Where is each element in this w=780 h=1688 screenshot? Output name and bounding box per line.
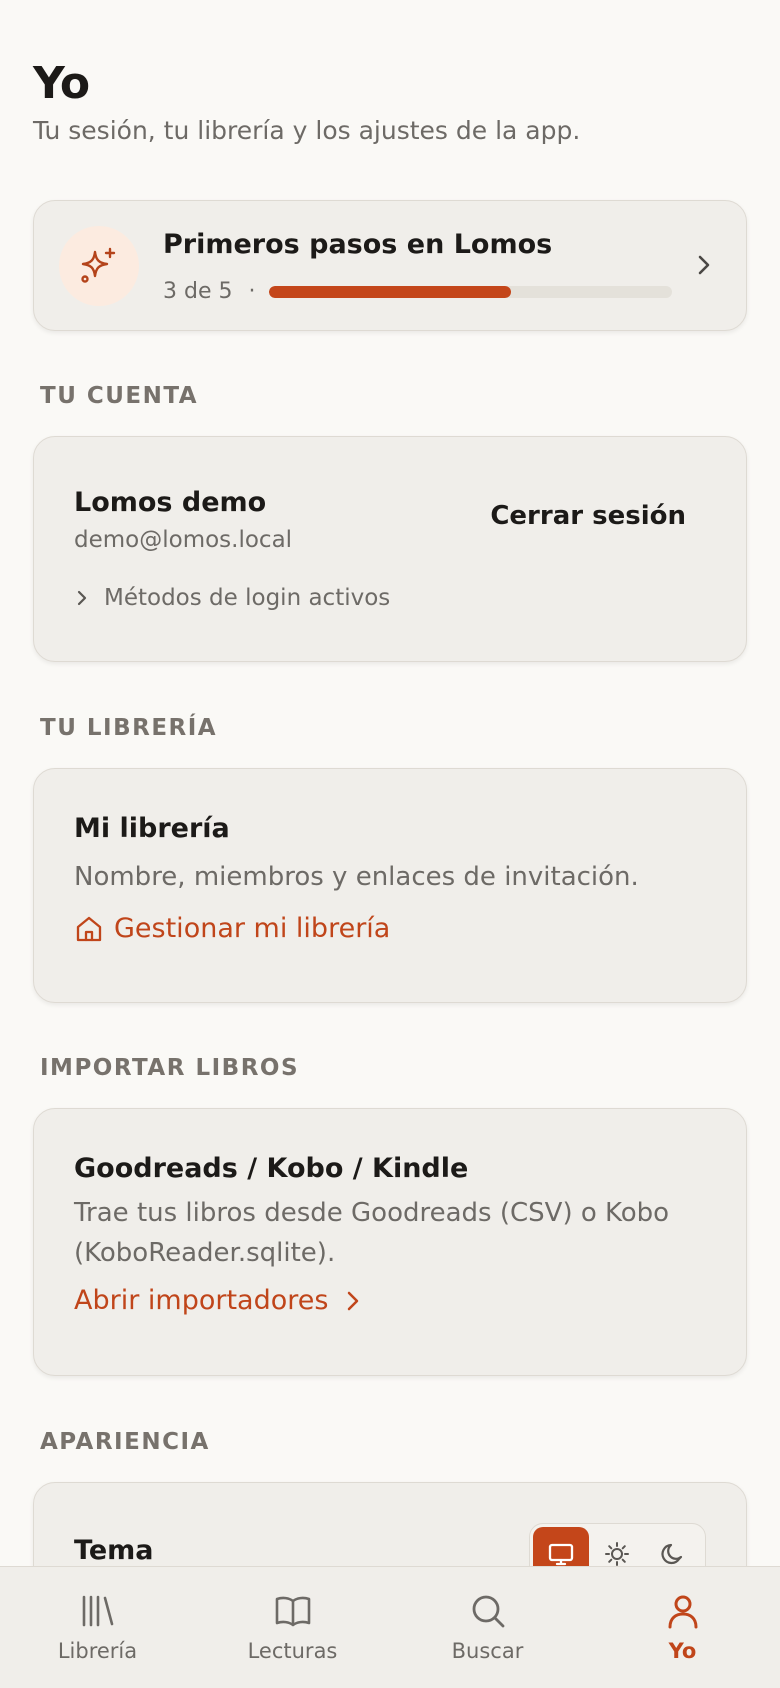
open-importers-link[interactable]: Abrir importadores (74, 1285, 364, 1316)
sparkles-icon (59, 226, 139, 306)
onboarding-title: Primeros pasos en Lomos (163, 229, 553, 260)
chevron-right-icon (77, 590, 87, 606)
page-subtitle: Tu sesión, tu librería y los ajustes de … (33, 116, 581, 145)
tab-library-label: Librería (57, 1639, 138, 1663)
account-email: demo@lomos.local (74, 527, 293, 553)
onboarding-progress: 3 de 5 · (163, 279, 673, 304)
section-label-appearance: APARIENCIA (40, 1429, 210, 1455)
page-title: Yo (33, 58, 90, 109)
library-card: Mi librería Nombre, miembros y enlaces d… (33, 768, 747, 1003)
onboarding-count: 3 de 5 (163, 279, 233, 304)
monitor-icon (548, 1543, 574, 1566)
book-open-icon (275, 1596, 310, 1627)
tab-search[interactable]: Buscar (390, 1567, 585, 1688)
tab-readings-label: Lecturas (247, 1639, 338, 1663)
moon-icon (661, 1543, 683, 1565)
search-icon (472, 1595, 504, 1628)
account-name: Lomos demo (74, 487, 267, 518)
progress-bar (269, 285, 673, 298)
import-card: Goodreads / Kobo / Kindle Trae tus libro… (33, 1108, 747, 1376)
chevron-right-icon (698, 255, 710, 275)
tab-readings[interactable]: Lecturas (195, 1567, 390, 1688)
profile-screen: Yo Tu sesión, tu librería y los ajustes … (0, 0, 780, 1688)
onboarding-separator: · (248, 279, 256, 304)
login-methods-toggle[interactable]: Métodos de login activos (74, 585, 390, 611)
library-title: Mi librería (74, 813, 230, 844)
tab-me[interactable]: Yo (585, 1567, 780, 1688)
manage-library-link[interactable]: Gestionar mi librería (74, 913, 390, 944)
tab-me-label: Yo (668, 1639, 697, 1663)
library-description: Nombre, miembros y enlaces de invitación… (74, 862, 639, 892)
bottom-tab-bar: Librería Lecturas Buscar Yo (0, 1566, 780, 1688)
manage-library-label: Gestionar mi librería (114, 913, 391, 944)
logout-button[interactable]: Cerrar sesión (490, 501, 686, 531)
onboarding-card[interactable]: Primeros pasos en Lomos 3 de 5 · (33, 200, 747, 331)
sun-icon (605, 1542, 629, 1566)
section-label-library: TU LIBRERÍA (40, 715, 218, 741)
progress-bar-fill (269, 285, 512, 298)
library-icon (82, 1595, 113, 1627)
user-icon (668, 1595, 697, 1629)
login-methods-label: Métodos de login activos (104, 585, 391, 611)
tab-search-label: Buscar (451, 1639, 524, 1663)
page-header: Yo Tu sesión, tu librería y los ajustes … (33, 56, 747, 145)
import-title: Goodreads / Kobo / Kindle (74, 1153, 469, 1184)
section-label-account: TU CUENTA (40, 383, 199, 409)
section-label-import: IMPORTAR LIBROS (40, 1055, 300, 1081)
import-description: Trae tus libros desde Goodreads (CSV) o … (74, 1198, 670, 1268)
account-card: Lomos demo demo@lomos.local Cerrar sesió… (33, 436, 747, 662)
home-icon (76, 916, 102, 941)
theme-label: Tema (74, 1535, 154, 1566)
open-importers-label: Abrir importadores (74, 1285, 329, 1316)
tab-library[interactable]: Librería (0, 1567, 195, 1688)
chevron-right-icon (348, 1291, 359, 1310)
